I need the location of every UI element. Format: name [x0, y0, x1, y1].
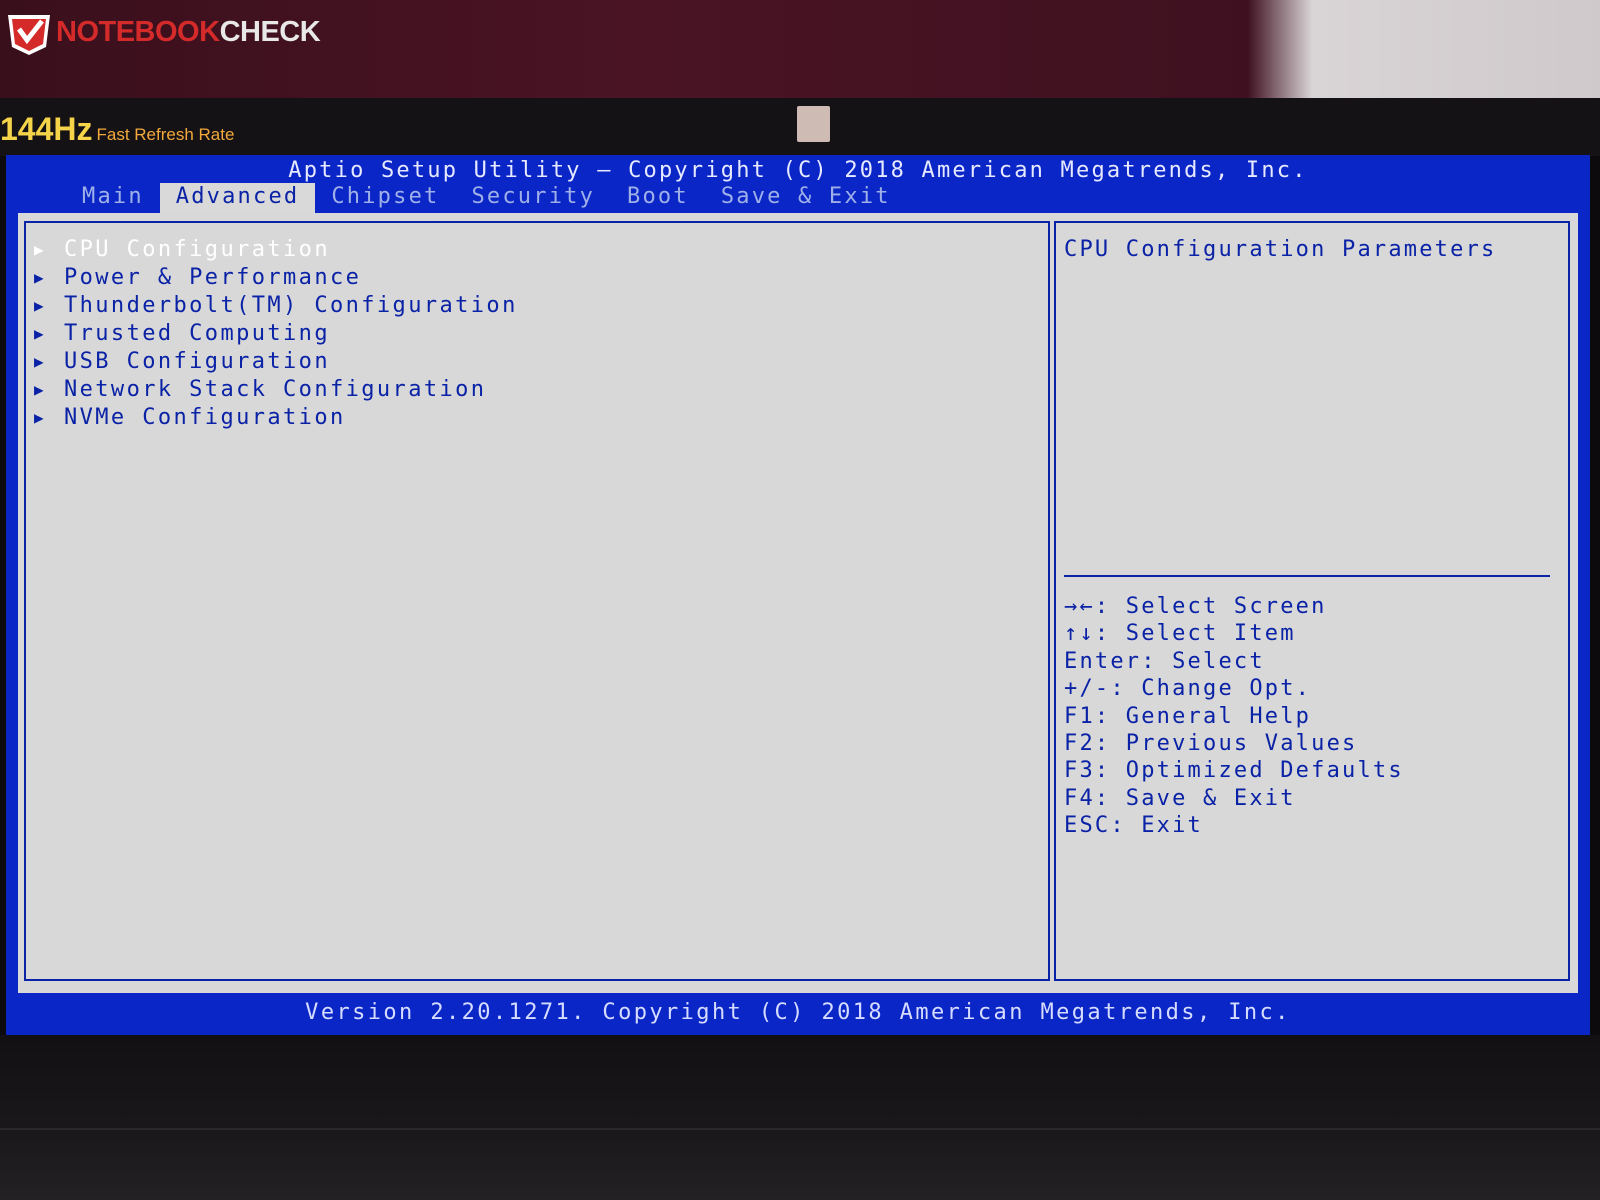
menu-item-power-performance[interactable]: ▶ Power & Performance: [34, 263, 518, 291]
menu-item-usb-configuration[interactable]: ▶ USB Configuration: [34, 347, 518, 375]
keyboard-deck-edge: [0, 1128, 1600, 1130]
key-hint-esc: ESC: Exit: [1064, 813, 1204, 839]
menu-item-cpu-configuration[interactable]: ▶ CPU Configuration: [34, 235, 518, 263]
bios-title: Aptio Setup Utility – Copyright (C) 2018…: [288, 158, 1308, 183]
key-hint-f1: F1: General Help: [1064, 703, 1312, 729]
version-footer: Version 2.20.1271. Copyright (C) 2018 Am…: [305, 1000, 1291, 1025]
key-legend: →←: Select Screen ↑↓: Select Item Enter:…: [1064, 593, 1404, 840]
submenu-arrow-icon: ▶: [34, 295, 44, 315]
menu-item-label: Network Stack Configuration: [64, 376, 487, 402]
help-pane: CPU Configuration Parameters →←: Select …: [1054, 221, 1570, 981]
watermark-text-part: CHECK: [219, 15, 321, 48]
tab-boot[interactable]: Boot: [611, 183, 705, 213]
menu-item-network-stack-configuration[interactable]: ▶ Network Stack Configuration: [34, 375, 518, 403]
tab-chipset[interactable]: Chipset: [315, 183, 455, 213]
key-hint-change-opt: +/-: Change Opt.: [1064, 676, 1312, 702]
key-hint-f4: F4: Save & Exit: [1064, 785, 1296, 811]
submenu-arrow-icon: ▶: [34, 267, 44, 287]
submenu-arrow-icon: ▶: [34, 379, 44, 399]
bios-screen: Aptio Setup Utility – Copyright (C) 2018…: [6, 155, 1590, 1035]
sticker-text: Fast Refresh Rate: [96, 125, 235, 144]
key-hint-f2: F2: Previous Values: [1064, 730, 1358, 756]
menu-item-trusted-computing[interactable]: ▶ Trusted Computing: [34, 319, 518, 347]
key-hint-select-item: ↑↓: Select Item: [1064, 621, 1296, 647]
menu-item-label: Thunderbolt(TM) Configuration: [64, 292, 518, 318]
menu-item-label: Trusted Computing: [64, 320, 330, 346]
sticker-hz: 144Hz: [0, 111, 93, 147]
key-hint-f3: F3: Optimized Defaults: [1064, 758, 1404, 784]
menu-item-thunderbolt-configuration[interactable]: ▶ Thunderbolt(TM) Configuration: [34, 291, 518, 319]
menu-list: ▶ CPU Configuration ▶ Power & Performanc…: [34, 235, 518, 431]
submenu-arrow-icon: ▶: [34, 323, 44, 343]
key-hint-enter: Enter: Select: [1064, 648, 1265, 674]
watermark-text-part: NOTEBOOK: [56, 15, 220, 48]
notebookcheck-watermark: NOTEBOOKCHECK: [4, 6, 326, 58]
tab-main[interactable]: Main: [66, 183, 160, 213]
menu-item-label: CPU Configuration: [64, 236, 330, 262]
tab-save-exit[interactable]: Save & Exit: [705, 183, 907, 213]
submenu-arrow-icon: ▶: [34, 239, 44, 259]
menu-item-label: NVMe Configuration: [64, 404, 346, 430]
menu-item-label: Power & Performance: [64, 264, 362, 290]
refresh-rate-sticker: 144Hz Fast Refresh Rate: [0, 104, 260, 146]
menu-item-nvme-configuration[interactable]: ▶ NVMe Configuration: [34, 403, 518, 431]
menu-item-label: USB Configuration: [64, 348, 330, 374]
main-area: ▶ CPU Configuration ▶ Power & Performanc…: [18, 213, 1578, 993]
tab-bar: Main Advanced Chipset Security Boot Save…: [66, 183, 907, 213]
submenu-arrow-icon: ▶: [34, 351, 44, 371]
webcam-cover: [797, 106, 830, 142]
menu-pane: ▶ CPU Configuration ▶ Power & Performanc…: [24, 221, 1050, 981]
tab-security[interactable]: Security: [455, 183, 611, 213]
laptop-bezel-bottom: [0, 1035, 1600, 1200]
help-divider: [1064, 575, 1550, 577]
checkmark-logo-icon: [4, 7, 54, 57]
help-description: CPU Configuration Parameters: [1064, 237, 1497, 262]
tab-advanced[interactable]: Advanced: [159, 183, 316, 213]
watermark-text: NOTEBOOKCHECK: [56, 15, 321, 49]
submenu-arrow-icon: ▶: [34, 407, 44, 427]
key-hint-select-screen: →←: Select Screen: [1064, 594, 1327, 619]
